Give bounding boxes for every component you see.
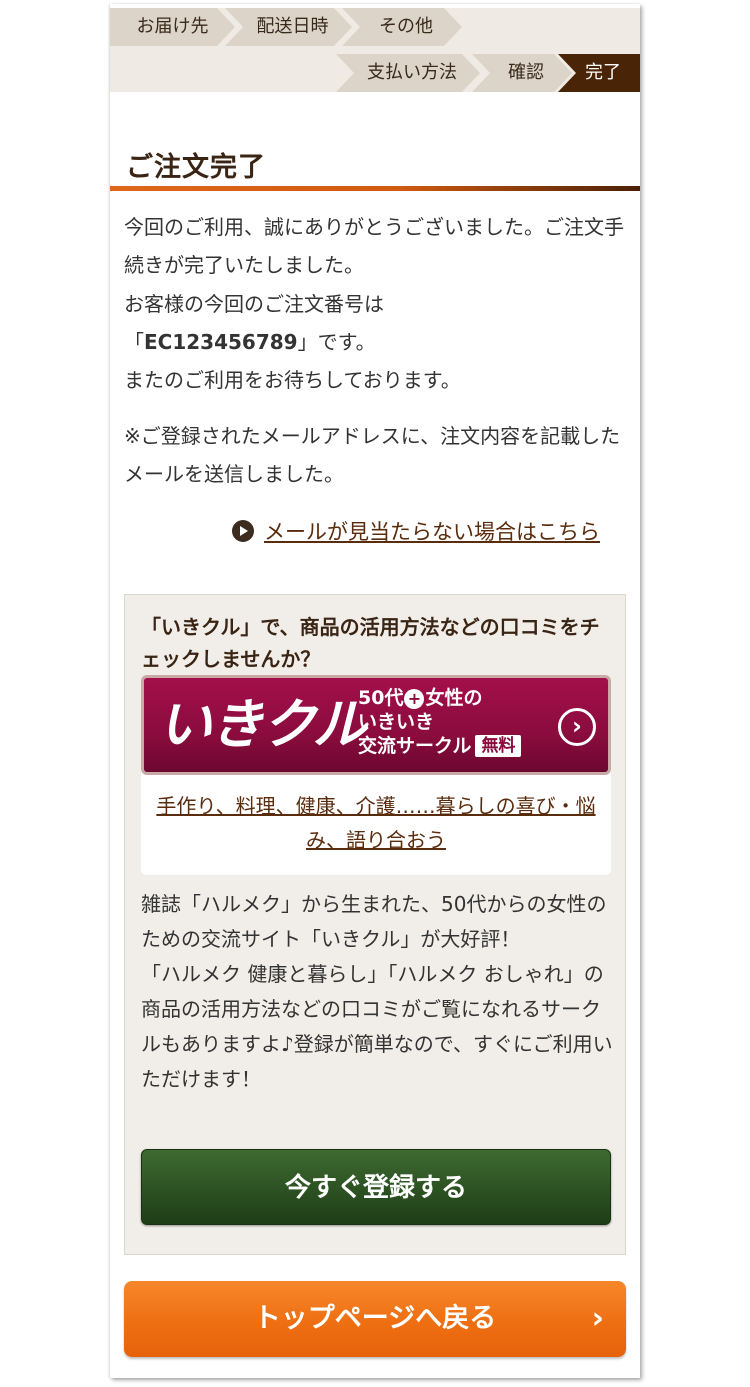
ikikuru-promo-box: 「いきクル」で、商品の活用方法などの口コミをチェックしませんか？ いきクル 50…	[124, 594, 626, 1255]
order-open-bracket: 「	[124, 330, 144, 354]
promo-description-2: 「ハルメク 健康と暮らし」「ハルメク おしゃれ」の商品の活用方法などの口コミがご…	[141, 962, 613, 1091]
order-complete-page: お届け先 配送日時 その他 支払い方法 確認 完了 ご注文完了 今回のご利用、誠…	[110, 4, 640, 1378]
play-arrow-icon	[232, 520, 254, 542]
email-notice: ※ご登録されたメールアドレスに、注文内容を記載したメールを送信しました。	[124, 424, 621, 486]
chevron-right-icon: ›	[591, 1301, 604, 1336]
step-delivery-address: お届け先	[110, 8, 235, 46]
title-underline	[110, 186, 640, 191]
banner-tagline-circle: 交流サークル	[358, 735, 472, 757]
order-close-text: 」です。	[297, 330, 376, 354]
free-badge: 無料	[475, 735, 522, 757]
back-to-top-label: トップページへ戻る	[253, 1303, 497, 1334]
back-to-top-page-button[interactable]: トップページへ戻る ›	[124, 1281, 626, 1357]
ikikuru-banner[interactable]: いきクル 50代 + 女性の いきいき 交流サークル 無料 ›	[141, 675, 611, 775]
register-now-button[interactable]: 今すぐ登録する	[141, 1149, 611, 1225]
promo-description-1: 雑誌「ハルメク」から生まれた、50代からの女性のための交流サイト「いきクル」が大…	[141, 892, 607, 951]
promo-card: いきクル 50代 + 女性の いきいき 交流サークル 無料 › 手作り、料理、健康、介…	[141, 675, 611, 875]
page-title: ご注文完了	[126, 152, 266, 183]
step-other: その他	[342, 8, 462, 46]
mail-not-found-link[interactable]: メールが見当たらない場合はこちら	[232, 514, 600, 548]
promo-topics-link[interactable]: 手作り、料理、健康、介護……暮らしの喜び・悩み、語り合おう	[153, 789, 599, 857]
order-number: EC123456789	[144, 330, 298, 354]
banner-tagline-age: 50代	[358, 687, 404, 709]
step-payment-method: 支払い方法	[336, 54, 480, 92]
banner-tagline-lively: いきいき	[358, 711, 435, 733]
chevron-right-circle-icon: ›	[558, 708, 596, 746]
banner-tagline: 50代 + 女性の いきいき 交流サークル 無料	[358, 686, 522, 758]
promo-title: 「いきクル」で、商品の活用方法などの口コミをチェックしませんか？	[141, 615, 600, 671]
plus-icon: +	[404, 689, 425, 709]
order-number-line: 「EC123456789」です。	[124, 323, 629, 361]
order-number-intro: お客様の今回のご注文番号は	[124, 292, 384, 316]
step-delivery-date: 配送日時	[225, 8, 352, 46]
ikikuru-logo: いきクル	[158, 693, 366, 756]
mail-not-found-link-text[interactable]: メールが見当たらない場合はこちら	[264, 516, 600, 546]
checkout-steps: お届け先 配送日時 その他 支払い方法 確認 完了	[110, 8, 640, 92]
step-confirm: 確認	[472, 54, 572, 92]
banner-tagline-women: 女性の	[425, 687, 483, 709]
promo-description: 雑誌「ハルメク」から生まれた、50代からの女性のための交流サイト「いきクル」が大…	[141, 887, 613, 1097]
thank-you-message: 今回のご利用、誠にありがとうございました。ご注文手続きが完了いたしました。	[124, 215, 624, 277]
closing-message: またのご利用をお待ちしております。	[124, 368, 461, 392]
